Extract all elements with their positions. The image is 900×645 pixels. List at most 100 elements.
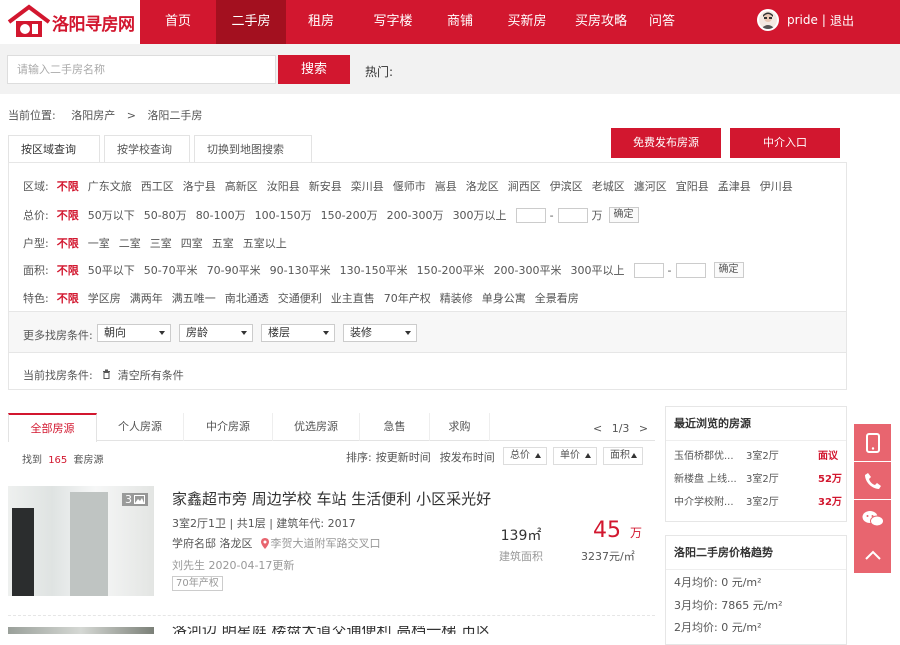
- sort-unit-price[interactable]: 单价: [553, 447, 597, 465]
- layout-option[interactable]: 四室: [181, 237, 203, 250]
- region-option[interactable]: 宜阳县: [676, 180, 709, 193]
- search-button[interactable]: 搜索: [278, 55, 350, 84]
- region-option[interactable]: 高新区: [225, 180, 258, 193]
- nav-qa[interactable]: 问答: [638, 0, 686, 44]
- feature-option[interactable]: 满五唯一: [172, 292, 216, 305]
- phone-button[interactable]: [854, 462, 891, 499]
- feature-option[interactable]: 交通便利: [278, 292, 322, 305]
- layout-option[interactable]: 一室: [88, 237, 110, 250]
- area-option[interactable]: 70-90平米: [207, 264, 261, 277]
- tab-personal-listings[interactable]: 个人房源: [97, 413, 184, 441]
- nav-home[interactable]: 首页: [140, 0, 216, 44]
- listing-community[interactable]: 学府名邸 洛龙区: [172, 535, 253, 551]
- layout-option[interactable]: 三室: [150, 237, 172, 250]
- feature-option[interactable]: 不限: [57, 292, 79, 305]
- area-option[interactable]: 不限: [57, 264, 79, 277]
- listing-title[interactable]: 洛河边 明星庭 楼盘大道交通便利 高档一梯 市区: [172, 626, 491, 634]
- area-confirm-button[interactable]: 确定: [713, 262, 744, 278]
- clear-conditions-link[interactable]: 清空所有条件: [118, 369, 184, 382]
- avatar[interactable]: [757, 9, 779, 31]
- listing-title[interactable]: 家鑫超市旁 周边学校 车站 生活便利 小区采光好: [172, 488, 491, 509]
- region-option[interactable]: 广东文旅: [88, 180, 132, 193]
- max-price-input[interactable]: [557, 207, 588, 223]
- nav-office[interactable]: 写字楼: [356, 0, 430, 44]
- nav-rent[interactable]: 租房: [286, 0, 356, 44]
- price-option[interactable]: 80-100万: [196, 209, 246, 222]
- logout-link[interactable]: 退出: [830, 12, 854, 29]
- region-option[interactable]: 新安县: [309, 180, 342, 193]
- nav-shop[interactable]: 商铺: [430, 0, 490, 44]
- region-option[interactable]: 涧西区: [508, 180, 541, 193]
- layout-option[interactable]: 不限: [57, 237, 79, 250]
- region-option[interactable]: 汝阳县: [267, 180, 300, 193]
- tab-urgent-sale[interactable]: 急售: [360, 413, 430, 441]
- region-option[interactable]: 栾川县: [351, 180, 384, 193]
- feature-option[interactable]: 业主直售: [331, 292, 375, 305]
- username[interactable]: pride: [787, 13, 818, 27]
- nav-new-house[interactable]: 买新房: [490, 0, 564, 44]
- listing-photo[interactable]: [8, 627, 154, 634]
- nav-buying-guide[interactable]: 买房攻略: [564, 0, 638, 44]
- listing-photo[interactable]: 3: [8, 486, 154, 596]
- area-option[interactable]: 300平以上: [571, 264, 625, 277]
- tab-map-search[interactable]: 切换到地图搜索: [194, 135, 312, 163]
- sort-total-price[interactable]: 总价: [503, 447, 547, 465]
- area-option[interactable]: 150-200平米: [417, 264, 485, 277]
- price-option[interactable]: 150-200万: [321, 209, 378, 222]
- price-option[interactable]: 300万以上: [453, 209, 507, 222]
- agent-entry-button[interactable]: 中介入口: [730, 128, 840, 158]
- decoration-select[interactable]: 装修: [343, 324, 417, 342]
- house-age-select[interactable]: 房龄: [179, 324, 253, 342]
- region-option[interactable]: 瀍河区: [634, 180, 667, 193]
- area-option[interactable]: 130-150平米: [340, 264, 408, 277]
- tab-wanted[interactable]: 求购: [430, 413, 490, 441]
- price-confirm-button[interactable]: 确定: [608, 207, 639, 223]
- region-option[interactable]: 洛龙区: [466, 180, 499, 193]
- region-option[interactable]: 伊川县: [760, 180, 793, 193]
- recent-item[interactable]: 中介学校附... 3室2厅 32万: [674, 493, 842, 508]
- area-option[interactable]: 50平以下: [88, 264, 135, 277]
- mobile-button[interactable]: [854, 424, 891, 461]
- search-input[interactable]: 请输入二手房名称: [7, 55, 276, 84]
- feature-option[interactable]: 精装修: [440, 292, 473, 305]
- feature-option[interactable]: 单身公寓: [482, 292, 526, 305]
- layout-option[interactable]: 五室以上: [243, 237, 287, 250]
- recent-item[interactable]: 玉佰桥郡优... 3室2厅 面议: [674, 447, 838, 462]
- breadcrumb-current[interactable]: 洛阳二手房: [147, 109, 202, 122]
- feature-option[interactable]: 全景看房: [535, 292, 579, 305]
- wechat-button[interactable]: [854, 500, 891, 537]
- price-option[interactable]: 200-300万: [387, 209, 444, 222]
- price-option[interactable]: 100-150万: [255, 209, 312, 222]
- back-to-top-button[interactable]: [854, 536, 891, 573]
- area-option[interactable]: 90-130平米: [270, 264, 331, 277]
- region-option[interactable]: 西工区: [141, 180, 174, 193]
- region-option[interactable]: 不限: [57, 180, 79, 193]
- tab-by-region[interactable]: 按区域查询: [8, 135, 100, 163]
- pager-prev-button[interactable]: <: [593, 422, 602, 435]
- region-option[interactable]: 洛宁县: [183, 180, 216, 193]
- publish-listing-button[interactable]: 免费发布房源: [611, 128, 721, 158]
- price-option[interactable]: 不限: [57, 209, 79, 222]
- tab-all-listings[interactable]: 全部房源: [8, 413, 97, 442]
- floor-select[interactable]: 楼层: [261, 324, 335, 342]
- pager-next-button[interactable]: >: [639, 422, 648, 435]
- min-price-input[interactable]: [515, 207, 546, 223]
- area-option[interactable]: 50-70平米: [144, 264, 198, 277]
- breadcrumb-home[interactable]: 洛阳房产: [71, 109, 115, 122]
- feature-option[interactable]: 学区房: [88, 292, 121, 305]
- tab-preferred-listings[interactable]: 优选房源: [273, 413, 360, 441]
- tab-by-school[interactable]: 按学校查询: [104, 135, 190, 163]
- area-option[interactable]: 200-300平米: [494, 264, 562, 277]
- tab-agent-listings[interactable]: 中介房源: [184, 413, 273, 441]
- region-option[interactable]: 偃师市: [393, 180, 426, 193]
- price-option[interactable]: 50-80万: [144, 209, 187, 222]
- site-logo[interactable]: 洛阳寻房网: [0, 0, 140, 44]
- feature-option[interactable]: 南北通透: [225, 292, 269, 305]
- listing-card[interactable]: 3 家鑫超市旁 周边学校 车站 生活便利 小区采光好 3室2厅1卫 | 共1层 …: [8, 480, 655, 610]
- feature-option[interactable]: 满两年: [130, 292, 163, 305]
- sort-area[interactable]: 面积: [603, 447, 643, 465]
- region-option[interactable]: 嵩县: [435, 180, 457, 193]
- layout-option[interactable]: 二室: [119, 237, 141, 250]
- recent-item[interactable]: 新楼盘 上线... 3室2厅 52万: [674, 470, 842, 485]
- max-area-input[interactable]: [675, 262, 706, 278]
